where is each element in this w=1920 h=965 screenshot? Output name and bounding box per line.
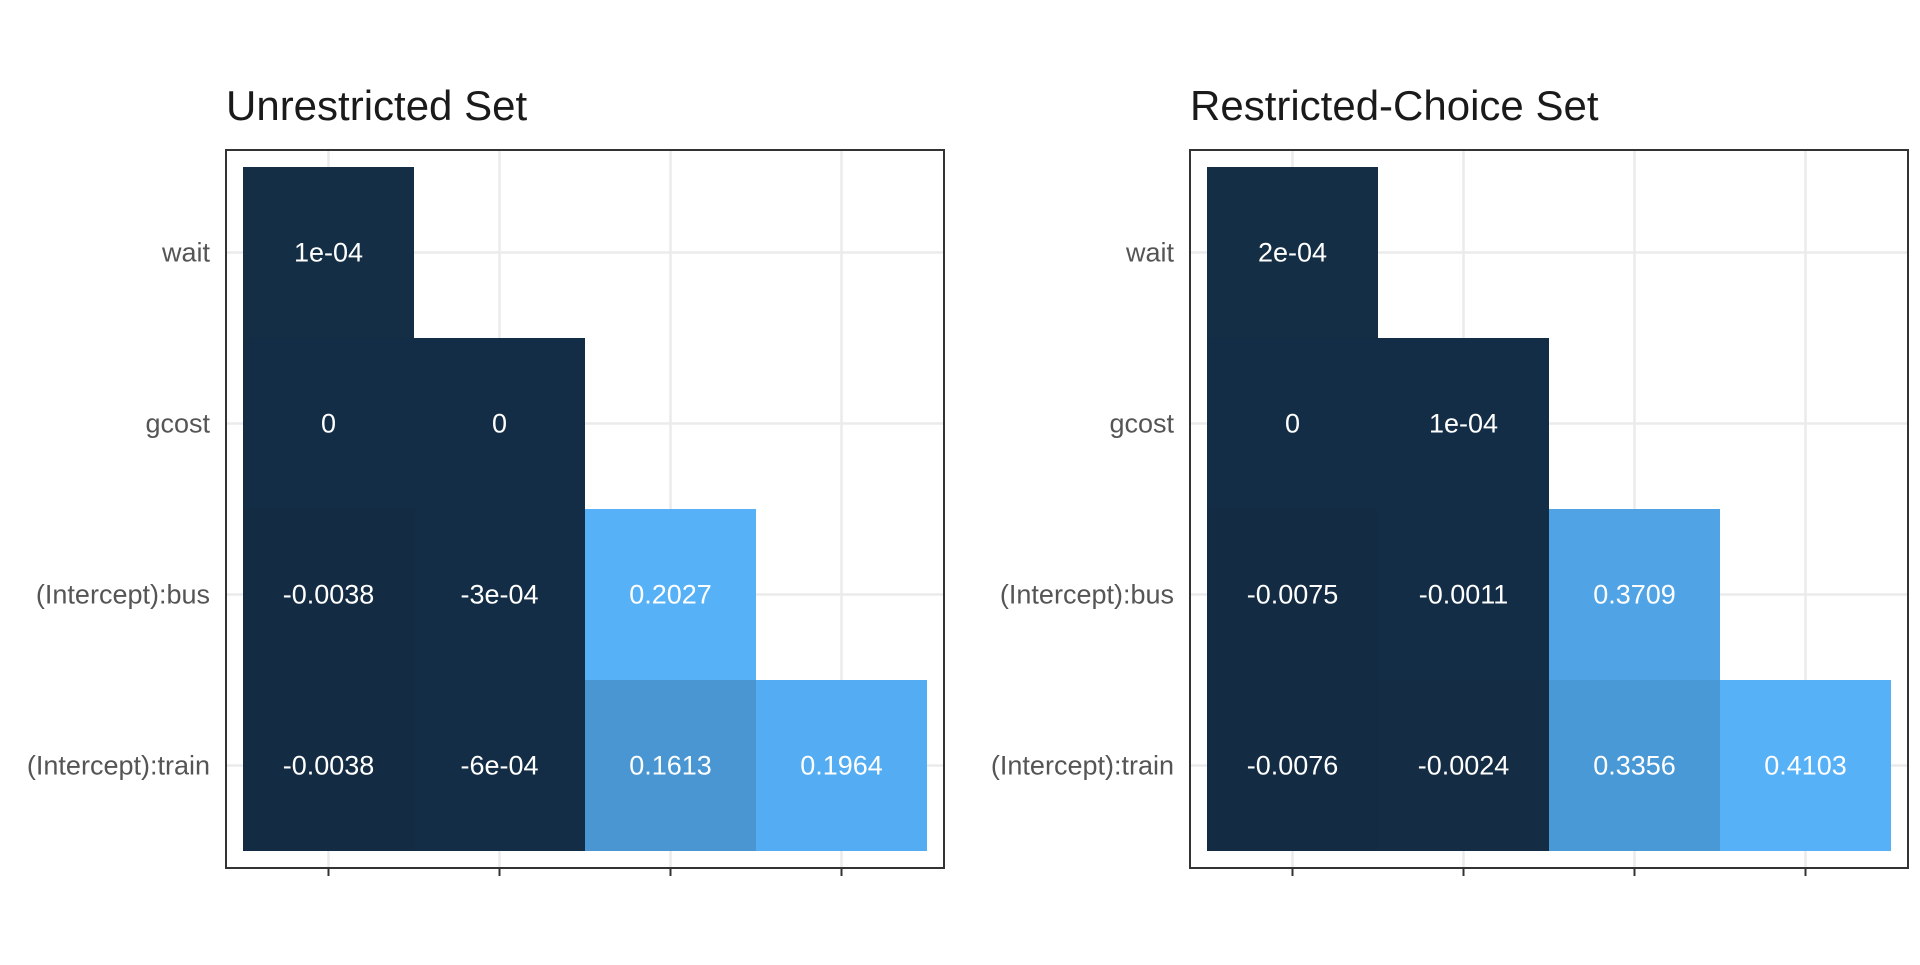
cell-value-label: -0.0075 — [1247, 580, 1339, 610]
cell-value-label: 1e-04 — [294, 238, 363, 268]
chart-root: Unrestricted Set 1e-04 0 0 -0.0038 -3e-04 0.20… — [0, 0, 1920, 960]
cell-value-label: 0.4103 — [1764, 751, 1847, 781]
heatmap-panel-1: Unrestricted Set 1e-04 0 0 -0.0038 -3e-04 0.20… — [27, 82, 945, 876]
heatmap-panel-2: Restricted-Choice Set 2e-04 0 1e-04 -0.0075 -… — [991, 82, 1909, 876]
heatmap-figure: Unrestricted Set 1e-04 0 0 -0.0038 -3e-04 0.20… — [27, 82, 1909, 876]
cell-value-label: 0 — [321, 409, 336, 439]
cell-value-label: 0.2027 — [629, 580, 712, 610]
cell-value-label: 2e-04 — [1258, 238, 1327, 268]
cell-value-label: 0.1613 — [629, 751, 712, 781]
cell-value-label: -0.0011 — [1419, 580, 1509, 610]
y-axis-tick-label: (Intercept):bus — [1000, 580, 1174, 610]
y-axis-tick-label: (Intercept):bus — [36, 580, 210, 610]
cell-value-label: -0.0038 — [283, 751, 375, 781]
panel-title: Restricted-Choice Set — [1190, 82, 1599, 129]
cell-value-label: 0.1964 — [800, 751, 883, 781]
cell-value-label: -3e-04 — [460, 580, 538, 610]
y-axis-tick-label: wait — [1125, 238, 1175, 268]
panel-title: Unrestricted Set — [226, 82, 527, 129]
cell-value-label: 1e-04 — [1429, 409, 1498, 439]
cell-value-label: -0.0038 — [283, 580, 375, 610]
cell-value-label: 0 — [1285, 409, 1300, 439]
cell-value-label: -0.0076 — [1247, 751, 1339, 781]
cell-value-label: 0.3356 — [1593, 751, 1676, 781]
y-axis-tick-label: (Intercept):train — [991, 751, 1174, 781]
cell-value-label: -0.0024 — [1418, 751, 1510, 781]
y-axis-tick-label: (Intercept):train — [27, 751, 210, 781]
cell-value-label: -6e-04 — [460, 751, 538, 781]
y-axis-tick-label: gcost — [1109, 409, 1174, 439]
y-axis-tick-label: gcost — [145, 409, 210, 439]
cell-value-label: 0 — [492, 409, 507, 439]
y-axis-tick-label: wait — [161, 238, 211, 268]
cell-value-label: 0.3709 — [1593, 580, 1676, 610]
